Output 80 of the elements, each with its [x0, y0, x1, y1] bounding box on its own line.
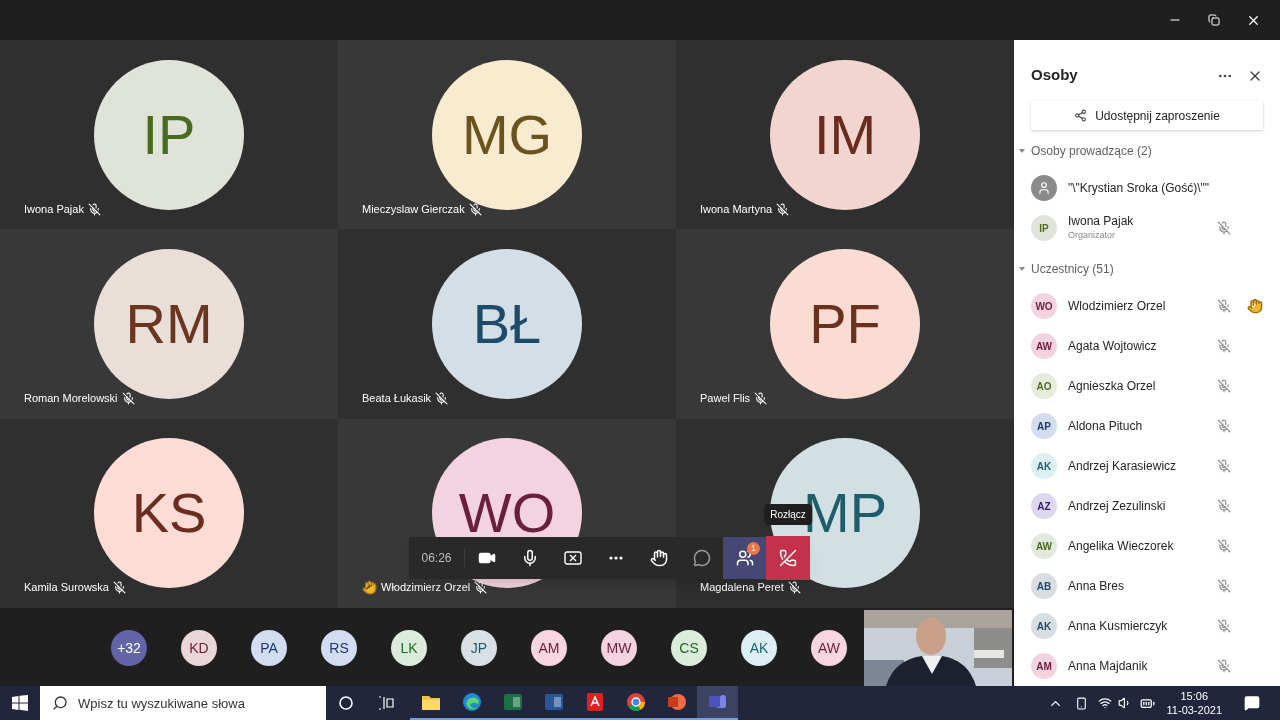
search-field[interactable]: Wpisz tu wyszukiwane słowa [40, 686, 326, 720]
avatar: AW [1031, 333, 1057, 359]
hang-up-icon [779, 549, 797, 567]
avatar: AW [811, 630, 847, 666]
participant-name: Iwona Martyna [700, 201, 773, 217]
participant-name: "\"Krystian Sroka (Gość)\"" [1068, 180, 1211, 196]
participant-name: Kamila Surowska [24, 580, 109, 596]
participant-name: Mieczyslaw Gierczak [362, 201, 465, 217]
pdf-app-icon [584, 692, 605, 712]
participant-name: Włodzimierz Orzel [381, 580, 471, 596]
avatar: +32 [111, 630, 147, 666]
participant-name: Andrzej Karasiewicz [1068, 458, 1178, 474]
participant-name: Anna Bres [1068, 578, 1126, 594]
search-icon [52, 695, 68, 711]
clock-date: 11-03-2021 [1166, 703, 1222, 717]
avatar: CS [671, 630, 707, 666]
participant-name: Agata Wojtowicz [1068, 338, 1158, 354]
avatar: WO [1031, 293, 1057, 319]
avatar: PA [251, 630, 287, 666]
avatar: AK [1031, 453, 1057, 479]
caret-icon [1019, 266, 1025, 272]
avatar: AM [531, 630, 567, 666]
avatar: BŁ [432, 249, 582, 399]
participant-name: Iwona Pajak [1068, 213, 1135, 229]
share-invite-button[interactable]: Udostępnij zaproszenie [1031, 101, 1263, 130]
caret-icon [1019, 148, 1025, 154]
avatar: RS [321, 630, 357, 666]
section-header[interactable]: Uczestnicy (51) [1014, 248, 1280, 286]
guest-avatar [1031, 175, 1057, 201]
browser-icon [461, 692, 482, 712]
avatar: AM [1031, 653, 1057, 679]
participant-name: Beata Łukasik [362, 391, 432, 407]
avatar: AB [1031, 573, 1057, 599]
folder-icon [420, 693, 441, 711]
avatar: AK [741, 630, 777, 666]
avatar: LK [391, 630, 427, 666]
avatar: IP [94, 59, 244, 210]
avatar: AZ [1031, 493, 1057, 519]
avatar: KD [181, 630, 217, 666]
document-app-icon [543, 692, 564, 712]
avatar: IP [1031, 215, 1057, 241]
participant-name: Agnieszka Orzel [1068, 378, 1157, 394]
participant-name: Roman Morelowski [24, 391, 118, 407]
participant-role: Organizator [1068, 228, 1117, 242]
participant-name: Anna Majdanik [1068, 658, 1149, 674]
participant-name: Magdalena Peret [700, 580, 784, 596]
avatar: MW [601, 630, 637, 666]
task-view-icon[interactable] [378, 696, 394, 710]
participant-name: Iwona Pajak [24, 201, 84, 217]
chat-icon [692, 549, 711, 567]
device-icon[interactable] [1074, 696, 1088, 710]
stop-share-icon [563, 551, 582, 565]
participant-name: Aldona Pituch [1068, 418, 1144, 434]
windows-logo [12, 695, 28, 711]
avatar: PF [770, 249, 920, 399]
wifi-icon[interactable] [1097, 696, 1112, 710]
avatar: AK [1031, 613, 1057, 639]
avatar: AO [1031, 373, 1057, 399]
hand-icon [649, 549, 668, 567]
share-icon [1074, 109, 1088, 123]
participant-name: Anna Kusmierczyk [1068, 618, 1169, 634]
participant-name: Angelika Wieczorek [1068, 538, 1175, 554]
avatar: AW [1031, 533, 1057, 559]
more-icon [608, 556, 623, 560]
participant-name: Pawel Flis [700, 391, 751, 407]
participant-name: Wlodzimierz Orzel [1068, 298, 1167, 314]
notifications-icon[interactable] [1244, 695, 1260, 711]
section-header[interactable]: Osoby prowadzące (2) [1014, 130, 1280, 168]
panel-title: Osoby [1031, 65, 1079, 86]
participant-name: Andrzej Zezulinski [1068, 498, 1167, 514]
clock-time: 15:06 [1180, 689, 1209, 703]
notification-badge: 1 [747, 542, 760, 555]
avatar: JP [461, 630, 497, 666]
call-timer: 06:26 [409, 549, 465, 567]
spreadsheet-app-icon [502, 692, 523, 712]
slides-app-icon [666, 692, 687, 712]
avatar: AP [1031, 413, 1057, 439]
restore-icon[interactable] [1208, 14, 1220, 26]
browser-icon [625, 692, 646, 712]
cortana-icon[interactable] [339, 696, 353, 710]
